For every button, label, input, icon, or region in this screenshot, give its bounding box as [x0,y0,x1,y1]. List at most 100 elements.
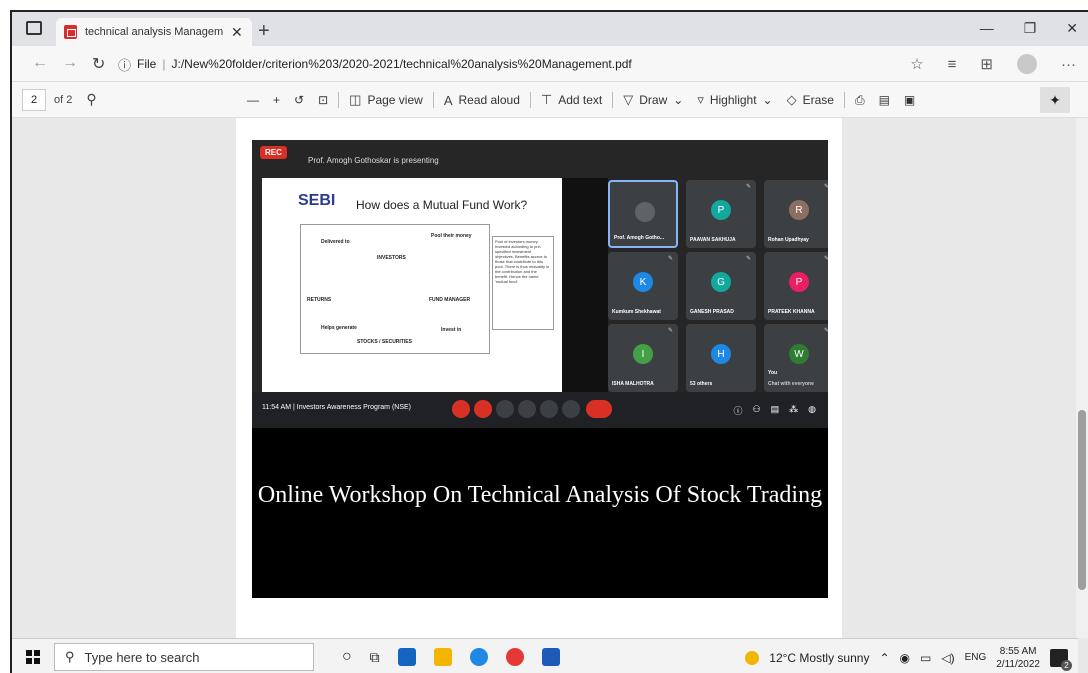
slide-notes: Pool of investors money. Invested accord… [492,236,554,330]
new-tab-button[interactable]: + [258,20,270,43]
fit-page-icon[interactable]: ⊡ [311,93,335,107]
file-explorer-icon[interactable] [433,648,452,666]
info-icon[interactable]: ⓘ [118,55,131,74]
battery-icon[interactable]: ▭ [920,651,931,665]
chrome-icon[interactable] [505,648,524,666]
clock-time: 8:55 AM [999,645,1037,657]
favorite-icon[interactable]: ☆ [910,55,923,73]
participant-tile[interactable]: H 53 others [686,324,756,392]
edge-icon[interactable] [469,648,488,666]
participant-name: You [768,370,778,376]
divider [843,92,845,108]
participant-tile[interactable]: ✎ W You Chat with everyone [764,324,828,392]
zoom-out-button[interactable]: — [240,93,266,107]
rec-badge: REC [260,146,287,159]
url-field[interactable]: ⓘ File | J:/New%20folder/criterion%203/2… [118,52,942,76]
highlight-button[interactable]: ▿ Highlight ⌄ [690,92,779,108]
add-text-button[interactable]: ⊤ Add text [534,92,609,108]
read-aloud-icon: A [443,92,453,108]
scrollbar[interactable] [1076,118,1088,638]
avatar: H [711,344,731,364]
minimize-button[interactable]: — [980,20,994,37]
draw-button[interactable]: ▽ Draw ⌄ [616,92,690,108]
people-icon[interactable]: ⚇ [753,404,761,417]
read-aloud-button[interactable]: A Read aloud [437,93,527,108]
collections-icon[interactable]: ⊞ [980,55,993,73]
sebi-logo: SEBI [298,192,336,209]
back-icon[interactable]: ← [32,54,48,72]
zoom-in-button[interactable]: + [266,93,287,107]
refresh-icon[interactable]: ↻ [92,54,105,74]
tab-active[interactable]: technical analysis Management.p ✕ [56,18,252,46]
chat-icon[interactable]: ▤ [771,404,780,417]
meeting-time-label: 11:54 AM | Investors Awareness Program (… [262,404,412,411]
avatar [635,202,655,222]
camera-off-button[interactable] [474,400,492,418]
participant-tile[interactable]: Prof. Amogh Gotho... [608,180,678,248]
pdf-page: REC Prof. Amogh Gothoskar is presenting … [236,118,842,638]
favorites-list-icon[interactable]: ≡ [948,56,957,73]
url-prefix: File [137,57,157,71]
workshop-title: Online Workshop On Technical Analysis Of… [257,482,823,508]
participant-tile[interactable]: ✎ R Rohan Upadhyay [764,180,828,248]
chevron-up-icon[interactable]: ⌃ [879,651,889,665]
mic-off-button[interactable] [452,400,470,418]
scrollbar-thumb[interactable] [1078,410,1086,590]
present-button[interactable] [540,400,558,418]
forward-icon[interactable]: → [62,54,78,72]
participant-tile[interactable]: ✎ K Kumkum Shekhawat [608,252,678,320]
clock-date: 2/11/2022 [996,658,1040,670]
slide-label: Invest in [441,327,462,333]
host-controls-icon[interactable]: ◍ [808,404,816,417]
clock[interactable]: 8:55 AM 2/11/2022 [996,645,1040,671]
tab-strip: technical analysis Management.p ✕ + — ❐ … [12,12,1088,46]
mail-icon[interactable] [397,648,416,666]
cortana-icon[interactable]: ○ [342,648,352,666]
more-options-button[interactable] [562,400,580,418]
save-as-icon[interactable]: ▣ [897,93,922,107]
search-icon[interactable]: ⚲ [86,91,96,108]
close-icon[interactable]: ✕ [231,24,243,41]
participant-tile[interactable]: ✎ P PAAVAN SAKHUJA [686,180,756,248]
volume-icon[interactable]: ◁) [941,651,954,665]
leave-call-button[interactable] [586,400,612,418]
tab-actions-icon[interactable] [26,21,42,35]
weather-text[interactable]: 12°C Mostly sunny [769,651,869,665]
network-icon[interactable]: ◉ [900,651,910,665]
mic-off-icon: ✎ [745,184,751,190]
notification-icon[interactable]: 2 [1050,648,1072,671]
pin-icon[interactable]: ✦ [1040,87,1070,113]
more-icon[interactable]: ··· [1061,56,1076,73]
close-window-button[interactable]: ✕ [1066,20,1078,37]
word-icon[interactable] [541,648,560,666]
captions-button[interactable] [496,400,514,418]
rotate-icon[interactable]: ↺ [287,93,311,107]
save-icon[interactable]: ▤ [872,93,897,107]
page-number-input[interactable]: 2 [22,88,46,111]
mic-off-icon: ✎ [824,255,828,262]
restore-button[interactable]: ❐ [1024,20,1037,37]
chevron-down-icon: ⌄ [673,93,684,107]
erase-button[interactable]: ◇ Erase [780,92,841,108]
url-text: J:/New%20folder/criterion%203/2020-2021/… [171,57,632,71]
info-icon[interactable]: ⓘ [734,404,743,417]
profile-avatar[interactable] [1017,54,1037,74]
page-view-button[interactable]: ◫ Page view [342,92,430,108]
raise-hand-button[interactable] [518,400,536,418]
draw-icon: ▽ [623,92,634,107]
language-indicator[interactable]: ENG [965,652,987,663]
page-view-label: Page view [367,93,423,107]
taskbar-search-input[interactable]: ⚲ Type here to search [54,643,314,671]
participant-tile[interactable]: ✎ G GANESH PRASAD [686,252,756,320]
avatar: P [711,200,731,220]
document-area: REC Prof. Amogh Gothoskar is presenting … [12,118,1078,638]
participant-name: PAAVAN SAKHUJA [690,237,736,243]
slide-label: RETURNS [307,297,332,303]
windows-start-icon[interactable] [26,650,40,664]
task-view-icon[interactable]: ⧉ [370,649,380,666]
print-icon[interactable]: ⎙ [848,93,872,108]
activities-icon[interactable]: ⁂ [789,404,798,417]
participant-tile[interactable]: ✎ P PRATEEK KHANNA [764,252,828,320]
add-text-icon: ⊤ [540,92,553,107]
participant-tile[interactable]: ✎ I ISHA MALHOTRA [608,324,678,392]
